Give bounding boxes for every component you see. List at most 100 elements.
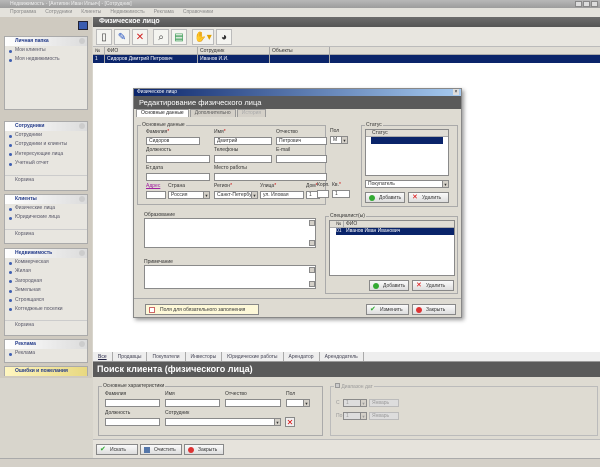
sidebar-item[interactable]: Котгеджные поселки xyxy=(5,305,87,314)
position-input[interactable] xyxy=(146,155,210,163)
sidebar-item[interactable]: Учетный отчет xyxy=(5,159,87,168)
search-position-input[interactable] xyxy=(105,418,160,426)
building-input[interactable] xyxy=(317,190,329,198)
search-patronymic-input[interactable] xyxy=(225,399,281,407)
patronymic-input[interactable]: Петрович xyxy=(276,137,327,145)
sidebar-item[interactable]: Реклама xyxy=(5,349,87,358)
collapse-sidebar-button[interactable] xyxy=(78,21,88,30)
column-header[interactable]: Объекты xyxy=(270,47,330,54)
section-header[interactable]: Сотрудники xyxy=(5,122,87,131)
find-button[interactable]: ✔ Искать xyxy=(96,444,138,455)
column-header[interactable]: Сотрудник xyxy=(198,47,270,54)
tab-basic[interactable]: Основные данные xyxy=(136,109,189,117)
column-header[interactable]: ФИО xyxy=(105,47,198,54)
menu-item[interactable]: Недвижимость xyxy=(110,9,144,15)
search-icon[interactable]: ⌕ xyxy=(153,28,169,45)
search-surname-input[interactable] xyxy=(105,399,160,407)
tab-all[interactable]: Все xyxy=(93,352,113,361)
phone-input[interactable] xyxy=(214,155,272,163)
collapse-icon[interactable] xyxy=(79,250,85,256)
tab-tenant[interactable]: Арендатор xyxy=(284,352,320,361)
column-header[interactable]: № xyxy=(93,47,105,54)
collapse-icon[interactable] xyxy=(79,123,85,129)
tab-landlord[interactable]: Арендодатель xyxy=(320,352,364,361)
section-header[interactable]: Реклама xyxy=(5,340,87,349)
delete-status-button[interactable]: ✕ Удалить xyxy=(408,192,449,203)
column-header[interactable]: ФИО xyxy=(344,221,357,227)
add-status-button[interactable]: Добавить xyxy=(365,192,405,203)
zip-input[interactable] xyxy=(146,191,166,199)
sidebar-item[interactable]: Мои клиенты xyxy=(5,46,87,55)
to-month-select[interactable]: Январь xyxy=(369,412,399,420)
search-sex-select[interactable]: ▼ xyxy=(286,399,310,407)
delete-specialist-button[interactable]: ✕ Удалить xyxy=(412,280,454,291)
country-select[interactable]: Россия ▼ xyxy=(168,191,210,199)
sidebar-item[interactable]: Моя недвижимость xyxy=(5,55,87,64)
search-name-input[interactable] xyxy=(165,399,220,407)
export-icon[interactable]: ▤ xyxy=(171,28,187,45)
close-search-button[interactable]: Закрыть xyxy=(184,444,224,455)
table-row[interactable]: 01 Иванов Иван Иванович xyxy=(336,228,454,235)
section-header[interactable]: Ошибки и пожелания xyxy=(5,367,87,376)
menu-item[interactable]: Справочники xyxy=(183,9,213,15)
menu-item[interactable]: Реклама xyxy=(154,9,174,15)
tab-legal[interactable]: Юридические работы xyxy=(222,352,284,361)
sex-select[interactable]: М ▼ xyxy=(330,136,348,144)
sidebar-trash[interactable]: Корзина xyxy=(5,228,87,238)
collapse-icon[interactable] xyxy=(79,196,85,202)
sidebar-item[interactable]: Загородная xyxy=(5,277,87,286)
email-input[interactable] xyxy=(276,155,327,163)
clear-staff-icon[interactable]: ✕ xyxy=(285,417,295,427)
workplace-input[interactable] xyxy=(214,173,327,181)
tab-buyers[interactable]: Покупатели xyxy=(147,352,186,361)
clear-button[interactable]: Очистить xyxy=(140,444,182,455)
sidebar-item[interactable]: Интересующие лица xyxy=(5,150,87,159)
region-select[interactable]: Санкт-Петербург ▼ xyxy=(214,191,258,199)
sidebar-item[interactable]: Жилая xyxy=(5,267,87,276)
menu-item[interactable]: Клиенты xyxy=(81,9,101,15)
sidebar-item[interactable]: Юридические лица xyxy=(5,213,87,222)
new-icon[interactable]: ▯ xyxy=(96,28,112,45)
close-icon[interactable]: × xyxy=(453,89,459,95)
status-list[interactable]: Статус xyxy=(365,129,449,176)
add-specialist-button[interactable]: Добавить xyxy=(369,280,409,291)
sidebar-trash[interactable]: Корзина xyxy=(5,174,87,184)
search-staff-select[interactable]: ▼ xyxy=(165,418,281,426)
tab-history[interactable]: История xyxy=(236,109,267,117)
collapse-icon[interactable] xyxy=(79,341,85,347)
sidebar-item[interactable]: Коммерческая xyxy=(5,258,87,267)
address-link[interactable]: Адрес xyxy=(146,183,160,189)
birthdate-input[interactable] xyxy=(146,173,210,181)
note-textarea[interactable] xyxy=(144,265,316,289)
sidebar-item[interactable]: Строящаяся xyxy=(5,296,87,305)
sidebar-trash[interactable]: Корзина xyxy=(5,320,87,329)
name-input[interactable]: Дмитрий xyxy=(214,137,272,145)
tab-investors[interactable]: Инвесторы xyxy=(186,352,223,361)
edit-icon[interactable]: ✎ xyxy=(114,28,130,45)
menu-item[interactable]: Программа xyxy=(10,9,36,15)
date-range-checkbox[interactable] xyxy=(335,383,340,388)
surname-input[interactable]: Сидоров xyxy=(146,137,200,145)
sidebar-item[interactable]: Сотрудники xyxy=(5,131,87,140)
table-row[interactable]: 1 Сидоров Дмитрий Петрович Иванов И.И. xyxy=(93,55,600,63)
education-textarea[interactable] xyxy=(144,218,316,248)
apartment-input[interactable]: 1 xyxy=(332,190,350,198)
sidebar-item[interactable]: Земельная xyxy=(5,286,87,295)
table-row[interactable] xyxy=(371,137,443,144)
status-select[interactable]: Покупатель ▼ xyxy=(365,180,449,188)
close-button[interactable] xyxy=(591,1,598,7)
folder-dropdown-icon[interactable]: ✋▾ xyxy=(192,28,214,45)
save-button[interactable]: ✔ Изменить xyxy=(366,304,409,315)
section-header[interactable]: Недвижимость xyxy=(5,249,87,258)
menu-item[interactable]: Сотрудники xyxy=(45,9,72,15)
minimize-button[interactable] xyxy=(575,1,582,7)
column-header[interactable]: № xyxy=(336,221,344,227)
section-header[interactable]: Клиенты xyxy=(5,195,87,204)
street-input[interactable]: ул. Иловая xyxy=(260,191,304,199)
to-day-select[interactable]: 1 ▼ xyxy=(343,412,367,420)
tab-extra[interactable]: Дополнительно xyxy=(189,109,236,117)
sidebar-item[interactable]: Физические лица xyxy=(5,204,87,213)
from-month-select[interactable]: Январь xyxy=(369,399,399,407)
maximize-button[interactable] xyxy=(583,1,590,7)
from-day-select[interactable]: 1 ▼ xyxy=(343,399,367,407)
